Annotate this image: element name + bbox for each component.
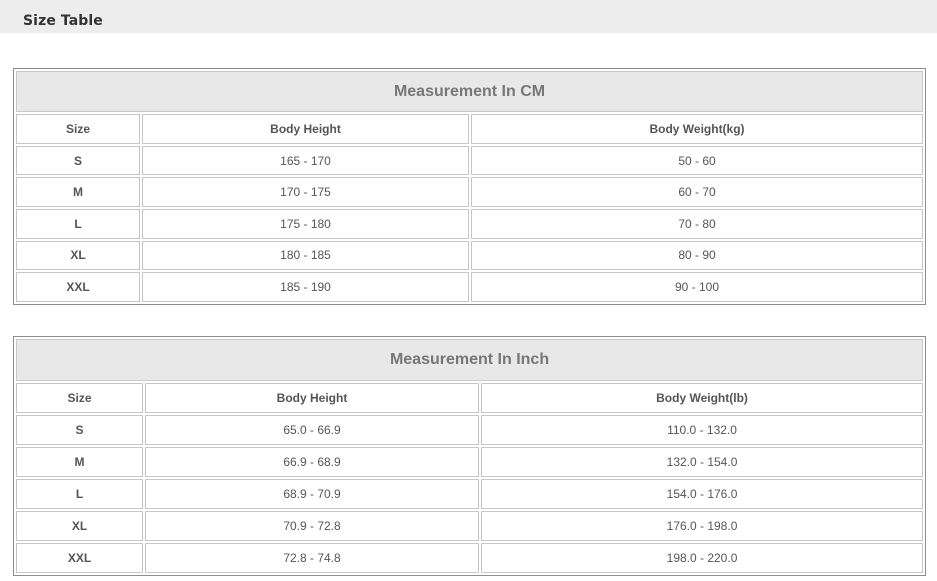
body-height-cell: 170 - 175 [142, 177, 469, 208]
body-height-cell: 185 - 190 [142, 272, 469, 302]
body-height-cell: 165 - 170 [142, 145, 469, 176]
size-cell: L [16, 478, 143, 509]
body-weight-cell: 60 - 70 [471, 177, 924, 208]
size-cell: S [16, 145, 140, 176]
body-weight-cell: 132.0 - 154.0 [481, 446, 924, 477]
body-weight-cell: 80 - 90 [471, 240, 924, 271]
column-header-size: Size [16, 114, 140, 144]
body-height-cell: 65.0 - 66.9 [145, 414, 479, 445]
table-row: XL 180 - 185 80 - 90 [16, 240, 924, 271]
size-cell: S [16, 414, 143, 445]
table-title: Measurement In Inch [16, 339, 924, 381]
table-row: L 175 - 180 70 - 80 [16, 209, 924, 239]
body-weight-cell: 70 - 80 [471, 209, 924, 239]
body-height-cell: 72.8 - 74.8 [145, 542, 479, 573]
size-cell: XL [16, 240, 140, 271]
size-cell: M [16, 177, 140, 208]
size-cell: XL [16, 510, 143, 541]
table-header-row: Size Body Height Body Weight(lb) [16, 382, 924, 413]
size-table-cm: Measurement In CM Size Body Height Body … [13, 68, 927, 305]
body-height-cell: 68.9 - 70.9 [145, 478, 479, 509]
body-weight-cell: 154.0 - 176.0 [481, 478, 924, 509]
body-weight-cell: 176.0 - 198.0 [481, 510, 924, 541]
column-header-body-weight: Body Weight(lb) [481, 382, 924, 413]
table-row: S 65.0 - 66.9 110.0 - 132.0 [16, 414, 924, 445]
body-weight-cell: 110.0 - 132.0 [481, 414, 924, 445]
page-title: Size Table [23, 13, 103, 29]
column-header-body-weight: Body Weight(kg) [471, 114, 924, 144]
table-title: Measurement In CM [16, 71, 924, 113]
body-height-cell: 70.9 - 72.8 [145, 510, 479, 541]
size-cell: L [16, 209, 140, 239]
table-row: M 170 - 175 60 - 70 [16, 177, 924, 208]
body-weight-cell: 90 - 100 [471, 272, 924, 302]
header-bar: Size Table [0, 0, 937, 33]
size-cell: XXL [16, 272, 140, 302]
body-height-cell: 175 - 180 [142, 209, 469, 239]
body-height-cell: 66.9 - 68.9 [145, 446, 479, 477]
table-row: XXL 72.8 - 74.8 198.0 - 220.0 [16, 542, 924, 573]
table-row: S 165 - 170 50 - 60 [16, 145, 924, 176]
body-height-cell: 180 - 185 [142, 240, 469, 271]
table-row: XL 70.9 - 72.8 176.0 - 198.0 [16, 510, 924, 541]
size-cell: XXL [16, 542, 143, 573]
size-table-inch: Measurement In Inch Size Body Height Bod… [13, 336, 927, 576]
table-header-row: Size Body Height Body Weight(kg) [16, 114, 924, 144]
table-row: L 68.9 - 70.9 154.0 - 176.0 [16, 478, 924, 509]
table-row: XXL 185 - 190 90 - 100 [16, 272, 924, 302]
body-weight-cell: 198.0 - 220.0 [481, 542, 924, 573]
column-header-body-height: Body Height [142, 114, 469, 144]
column-header-size: Size [16, 382, 143, 413]
body-weight-cell: 50 - 60 [471, 145, 924, 176]
column-header-body-height: Body Height [145, 382, 479, 413]
size-cell: M [16, 446, 143, 477]
table-row: M 66.9 - 68.9 132.0 - 154.0 [16, 446, 924, 477]
